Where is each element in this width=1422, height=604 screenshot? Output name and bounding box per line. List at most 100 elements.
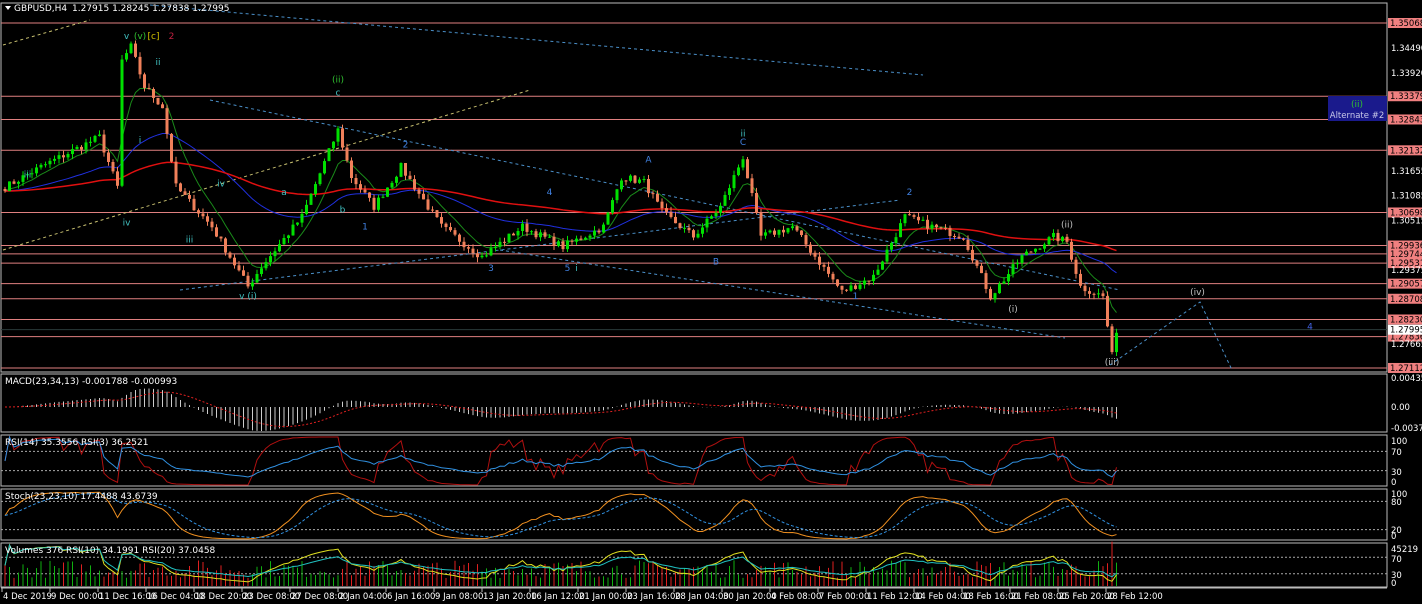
macd-tick-zero: 0.00 (1391, 403, 1410, 413)
candle-body (647, 178, 650, 194)
candle-body (161, 104, 164, 109)
candle-body (305, 204, 308, 214)
triangle-down-icon[interactable] (5, 6, 11, 10)
candle-body (3, 188, 7, 192)
wave-label: [c] (148, 32, 160, 42)
wave-label: iii (186, 236, 194, 246)
candle-body (566, 240, 569, 250)
candle-body (696, 233, 700, 238)
wave-label: (i) (1008, 305, 1018, 315)
candle-body (1038, 248, 1042, 250)
time-label: 21 Jan 00:00 (579, 592, 633, 602)
candle-body (363, 189, 367, 193)
candle-body (804, 235, 808, 245)
candle-body (494, 246, 497, 249)
candle-body (336, 128, 340, 142)
candle-body (219, 236, 223, 239)
candle-body (503, 241, 506, 243)
level-label: 1.28708 (1390, 295, 1422, 305)
candle-body (206, 216, 209, 222)
candle-body (1088, 291, 1091, 294)
candle-body (773, 230, 776, 235)
candle-body (764, 232, 767, 236)
wave-label: (v) (134, 32, 146, 42)
candle-body (1110, 326, 1114, 353)
candle-body (980, 265, 983, 274)
time-label: 13 Jan 20:00 (483, 592, 537, 602)
candle-body (584, 237, 587, 240)
wave-label: a (281, 188, 287, 198)
macd-panel (0, 373, 1388, 433)
candle-body (314, 184, 317, 195)
wave-label: C (740, 138, 746, 148)
time-label: 30 Jan 20:00 (723, 592, 777, 602)
candle-body (381, 196, 385, 198)
stoch-k-line (4, 491, 1117, 540)
candle-body (728, 188, 731, 195)
candle-body (840, 285, 844, 290)
fast-ma-line (4, 87, 1117, 313)
candle-body (192, 198, 196, 211)
candle-body (498, 241, 502, 247)
rsi-tick-30: 30 (1391, 468, 1402, 478)
candle-body (449, 227, 452, 231)
time-label: 7 Feb 00:00 (819, 592, 869, 602)
price-chart[interactable]: v (v) [c] 2iiiiiiiviviiiv (i)(ii)cab12345 iA… (0, 0, 1422, 604)
candle-body (741, 159, 745, 168)
candle-body (318, 173, 322, 185)
candle-body (66, 154, 70, 158)
candle-body (228, 252, 232, 258)
candle-body (638, 179, 641, 183)
time-label: 4 Feb 08:00 (771, 592, 821, 602)
candle-body (521, 223, 524, 232)
candle-body (300, 213, 304, 223)
candle-body (593, 230, 596, 236)
candle-body (921, 219, 925, 221)
candle-body (1083, 285, 1087, 292)
candle-body (746, 159, 749, 179)
candle-body (1070, 241, 1073, 260)
candle-body (435, 210, 439, 218)
price-tick: 1.31085 (1391, 192, 1422, 202)
price-tick: 1.31655 (1391, 167, 1422, 177)
candle-body (1047, 237, 1051, 245)
wave-labels: v (v) [c] 2iiiiiiiviviiiv (i)(ii)cab12345 iA… (24, 32, 1313, 368)
candle-body (579, 238, 583, 240)
candle-body (953, 236, 956, 238)
macd-tick-min: -0.003767 (1391, 424, 1422, 434)
candle-body (737, 167, 740, 176)
candle-body (143, 74, 146, 88)
time-label: 23 Jan 16:00 (627, 592, 681, 602)
candle-body (989, 288, 992, 300)
candle-body (138, 56, 142, 75)
candle-body (179, 183, 182, 192)
level-label: 1.28230 (1390, 315, 1422, 325)
candle-body (345, 147, 349, 161)
candle-body (1011, 264, 1015, 275)
candle-body (125, 53, 128, 60)
candle-body (831, 273, 835, 280)
candle-body (1061, 236, 1064, 242)
candle-body (134, 43, 137, 57)
candle-body (588, 235, 592, 238)
macd-tick-max: 0.004354 (1391, 374, 1422, 384)
candle-body (35, 167, 38, 174)
candle-body (404, 162, 407, 176)
stoch-tick-80: 80 (1391, 498, 1402, 508)
candle-body (255, 273, 259, 283)
candle-body (390, 182, 394, 188)
candle-body (912, 215, 916, 217)
wave-label: B (713, 257, 719, 267)
candle-body (350, 160, 353, 179)
candle-body (678, 223, 682, 229)
indicators (1, 388, 1387, 586)
candle-body (147, 87, 151, 90)
wave-label: 2 (403, 140, 409, 150)
stoch-panel (0, 488, 1388, 541)
candle-body (489, 248, 493, 256)
candle-body (876, 269, 880, 275)
price-tick: 1.30515 (1391, 216, 1422, 226)
candle-body (1034, 248, 1037, 252)
candle-body (1106, 296, 1109, 327)
candle-body (269, 256, 272, 263)
